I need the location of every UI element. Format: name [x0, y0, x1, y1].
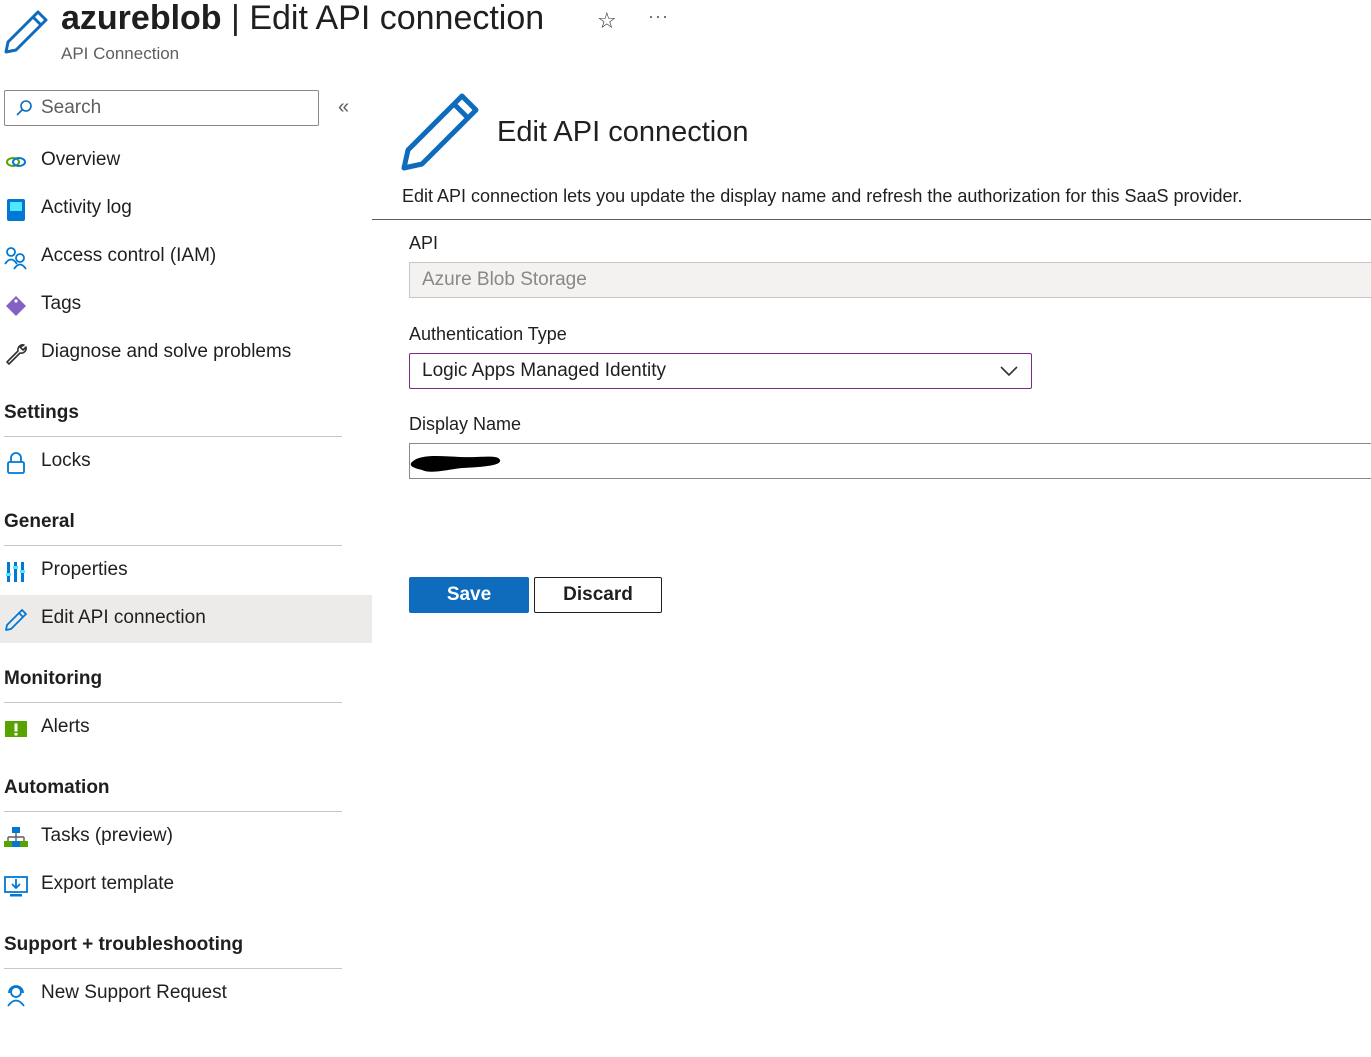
support-icon — [7, 985, 25, 1007]
search-input[interactable] — [41, 97, 301, 119]
section-general: General — [4, 511, 75, 532]
section-support: Support + troubleshooting — [4, 934, 244, 955]
section-divider — [4, 436, 342, 437]
api-field: Azure Blob Storage — [409, 262, 1371, 298]
sidebar-item-label: Diagnose and solve problems — [41, 341, 292, 362]
tasks-icon — [4, 827, 28, 847]
display-name-input[interactable] — [409, 443, 1371, 479]
sidebar-item-label: Overview — [41, 149, 121, 170]
more-options-icon[interactable]: ··· — [648, 6, 669, 27]
tag-icon — [6, 296, 26, 316]
pencil-icon — [401, 93, 479, 171]
sidebar-item-label: Properties — [41, 559, 128, 580]
sidebar-item-diagnose[interactable]: Diagnose and solve problems — [0, 329, 372, 377]
sidebar-item-alerts[interactable]: Alerts — [0, 704, 372, 752]
sidebar-item-locks[interactable]: Locks — [0, 438, 372, 486]
pencil-icon — [4, 10, 48, 54]
sidebar-search-box[interactable] — [4, 90, 319, 126]
page-name: Edit API connection — [249, 0, 545, 37]
sidebar-item-tags[interactable]: Tags — [0, 281, 372, 329]
section-divider — [4, 811, 342, 812]
sidebar-item-label: Tasks (preview) — [41, 825, 173, 846]
sidebar-item-label: Locks — [41, 450, 91, 471]
section-divider — [4, 968, 342, 969]
iam-icon — [4, 247, 27, 270]
auth-type-value: Logic Apps Managed Identity — [422, 360, 667, 381]
save-button[interactable]: Save — [409, 577, 529, 613]
discard-button[interactable]: Discard — [534, 577, 662, 613]
redaction-mark — [410, 456, 501, 472]
sidebar-item-label: Activity log — [41, 197, 132, 218]
title-separator: | — [221, 0, 250, 37]
sidebar-item-export-template[interactable]: Export template — [0, 861, 372, 909]
api-value: Azure Blob Storage — [422, 269, 587, 290]
section-monitoring: Monitoring — [4, 668, 103, 689]
section-divider — [4, 702, 342, 703]
activity-log-icon — [7, 199, 25, 221]
sidebar-item-label: Alerts — [41, 716, 90, 737]
sidebar-item-label: Tags — [41, 293, 82, 314]
search-icon — [16, 100, 32, 116]
pencil-icon — [5, 609, 27, 631]
blade-description: Edit API connection lets you update the … — [402, 186, 1243, 206]
sidebar-item-label: Access control (IAM) — [41, 245, 217, 266]
sidebar-item-iam[interactable]: Access control (IAM) — [0, 233, 372, 281]
resource-name: azureblob — [61, 0, 222, 37]
chevron-down-icon — [1000, 366, 1018, 377]
section-settings: Settings — [4, 402, 79, 423]
page-title: azureblob | Edit API connection — [61, 0, 544, 40]
sidebar-item-label: Export template — [41, 873, 175, 894]
resource-type-subtitle: API Connection — [61, 44, 180, 63]
header-divider — [372, 219, 1371, 220]
api-label: API — [409, 233, 439, 253]
sidebar-item-activity-log[interactable]: Activity log — [0, 185, 372, 233]
sidebar-item-label: New Support Request — [41, 982, 227, 1003]
auth-type-label: Authentication Type — [409, 324, 567, 344]
sidebar-item-new-support-request[interactable]: New Support Request — [0, 970, 372, 1018]
alert-icon — [5, 721, 27, 737]
section-divider — [4, 545, 342, 546]
section-automation: Automation — [4, 777, 110, 798]
collapse-sidebar-icon[interactable]: « — [338, 96, 349, 119]
wrench-icon — [6, 344, 27, 365]
auth-type-dropdown[interactable]: Logic Apps Managed Identity — [409, 353, 1032, 389]
export-template-icon — [4, 876, 28, 897]
sidebar-item-properties[interactable]: Properties — [0, 547, 372, 595]
blade-title: Edit API connection — [497, 116, 749, 148]
sidebar-item-overview[interactable]: Overview — [0, 137, 372, 185]
display-name-label: Display Name — [409, 414, 522, 434]
sidebar-item-label: Edit API connection — [41, 607, 206, 628]
sidebar-item-tasks[interactable]: Tasks (preview) — [0, 813, 372, 861]
lock-icon — [7, 452, 25, 474]
properties-icon — [6, 562, 25, 582]
overview-icon — [6, 157, 26, 167]
favorite-star-icon[interactable]: ☆ — [597, 8, 617, 34]
sidebar-item-edit-api-connection[interactable]: Edit API connection — [0, 595, 372, 643]
